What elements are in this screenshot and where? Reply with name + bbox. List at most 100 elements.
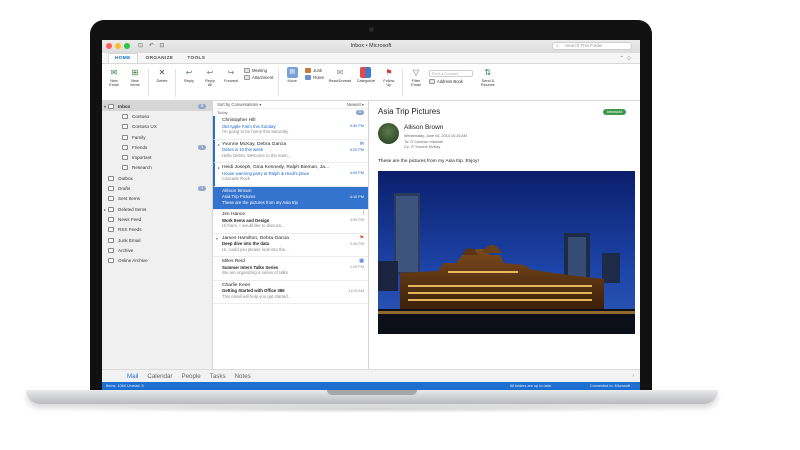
reply-all-label: Reply All bbox=[205, 79, 215, 88]
nav-tasks[interactable]: Tasks bbox=[210, 373, 226, 380]
disclosure-triangle-icon[interactable]: ▾ bbox=[104, 104, 106, 109]
sidebar-item-junk-email[interactable]: Junk Email bbox=[102, 235, 212, 245]
meeting-button[interactable]: Meeting bbox=[244, 68, 273, 73]
sidebar-item-friends[interactable]: Friends 3 bbox=[102, 142, 212, 152]
disclosure-triangle-icon[interactable]: ▸ bbox=[104, 207, 106, 212]
send-receive-button[interactable]: ⇅ Send & Receive bbox=[478, 67, 498, 88]
sender-name[interactable]: Allison Brown bbox=[404, 124, 443, 131]
tab-home[interactable]: HOME bbox=[108, 53, 138, 63]
delete-button[interactable]: ✕ Delete bbox=[154, 67, 170, 83]
meeting-label: Meeting bbox=[252, 68, 267, 73]
sidebar-item-contoso-ux[interactable]: Contoso UX bbox=[102, 122, 212, 132]
categorize-button[interactable]: Categorize bbox=[356, 67, 376, 83]
follow-up-button[interactable]: ⚑ Follow Up bbox=[381, 67, 397, 88]
sidebar-item-outbox[interactable]: Outbox bbox=[102, 173, 212, 183]
nav-notes[interactable]: Notes bbox=[235, 373, 251, 380]
sidebar-item-archive[interactable]: Archive bbox=[102, 245, 212, 255]
sidebar-item-rss-feeds[interactable]: RSS Feeds bbox=[102, 225, 212, 235]
folder-label: Online Archive bbox=[118, 258, 148, 264]
folder-icon bbox=[108, 258, 114, 264]
list-item[interactable]: ▸ Heidi Joseph, Gina Kennedy, Ralph Biema… bbox=[213, 163, 368, 187]
folder-icon bbox=[122, 113, 128, 119]
find-contact-input[interactable]: Find a Contact bbox=[428, 70, 473, 77]
conversation-expand-icon[interactable]: ▸ bbox=[218, 143, 220, 149]
sidebar-item-inbox[interactable]: ▾ Inbox 5 bbox=[102, 101, 212, 112]
reply-button[interactable]: ↩ Reply bbox=[181, 67, 197, 83]
sidebar-item-deleted-items[interactable]: ▸ Deleted Items bbox=[102, 204, 212, 214]
message-preview: This email will help you get started... bbox=[222, 293, 292, 299]
rules-icon bbox=[305, 75, 312, 80]
message-flag-icon[interactable]: ▦ bbox=[359, 258, 364, 265]
rules-label: Rules bbox=[313, 75, 324, 80]
status-item-count: Items: 1064 Unread: 5 bbox=[106, 384, 144, 388]
message-rows: Christopher Hill Old Apple Farm this Sund… bbox=[213, 116, 368, 304]
sidebar-item-drafts[interactable]: Drafts 3 bbox=[102, 183, 212, 193]
list-item[interactable]: Miles Reid Summer Intern Talks Series We a… bbox=[213, 257, 368, 281]
filter-email-label: Filter Email bbox=[411, 79, 421, 88]
folder-label: Contoso UX bbox=[132, 124, 157, 130]
move-icon: ▤ bbox=[286, 67, 298, 78]
attached-photo[interactable] bbox=[378, 171, 635, 334]
forward-button[interactable]: ↪ Forward bbox=[223, 67, 239, 83]
list-item[interactable]: ▾ James Hamilton, Debra Garcia Deep dive i… bbox=[213, 234, 368, 257]
reply-all-button[interactable]: ↩ Reply All bbox=[202, 67, 218, 88]
search-input[interactable]: ⌕ Search This Folder bbox=[552, 42, 632, 50]
list-item[interactable]: Charlie Keen Getting Started with Office … bbox=[213, 281, 368, 304]
address-book-button[interactable]: Address Book bbox=[428, 79, 473, 84]
sidebar-item-research[interactable]: Research bbox=[102, 163, 212, 173]
sidebar-item-news-feed[interactable]: News Feed bbox=[102, 214, 212, 224]
list-item[interactable]: Allison Brown Asia Trip Pictures These are… bbox=[213, 186, 368, 210]
message-preview: Hello Debra, Welcome to the team... bbox=[222, 152, 292, 158]
folder-icon bbox=[122, 124, 128, 130]
envelope-icon: ✉ bbox=[336, 68, 344, 77]
attachment-button[interactable]: Attachment bbox=[244, 75, 273, 80]
floor-shadow bbox=[60, 405, 680, 413]
nav-calendar[interactable]: Calendar bbox=[147, 373, 172, 380]
tab-tools[interactable]: TOOLS bbox=[181, 54, 211, 63]
more-modules-button[interactable]: › bbox=[632, 373, 634, 379]
folder-icon bbox=[108, 216, 114, 222]
forward-icon: ↪ bbox=[227, 68, 235, 77]
ribbon-collapse-and-feedback[interactable]: ⌃ ☺ bbox=[619, 55, 632, 62]
junk-button[interactable]: Junk bbox=[305, 68, 324, 73]
move-button[interactable]: ▤ Move bbox=[284, 67, 300, 83]
conversation-expand-icon[interactable]: ▾ bbox=[216, 237, 218, 243]
outlook-window: ⊡ ↶ ⊡ Inbox • Microsoft ⌕ Search This Fo… bbox=[102, 40, 640, 390]
categorize-label: Categorize bbox=[356, 79, 376, 83]
recipients-cc[interactable]: Cc: ⊙ Yvonne McKay bbox=[404, 144, 440, 149]
folder-icon bbox=[108, 206, 114, 212]
message-time: 11:03 AM bbox=[348, 288, 364, 293]
group-header-today[interactable]: Today 5 bbox=[213, 109, 368, 116]
message-flag-icon[interactable]: ✉ bbox=[360, 141, 364, 148]
address-book-label: Address Book bbox=[436, 79, 463, 84]
nav-people[interactable]: People bbox=[181, 373, 200, 380]
new-email-button[interactable]: ✉ New Email bbox=[106, 67, 122, 88]
list-item[interactable]: ▸ Yvonne McKay, Debra Garcia Debra is 10 t… bbox=[213, 139, 368, 163]
avatar[interactable] bbox=[378, 123, 399, 144]
sidebar-item-contoso[interactable]: Contoso bbox=[102, 111, 212, 121]
ribbon-separator bbox=[148, 69, 149, 97]
ribbon: ✉ New Email ⊞ New Items ✕ Delete ↩ Reply bbox=[102, 64, 640, 101]
rules-button[interactable]: Rules bbox=[305, 75, 324, 80]
unread-count-badge: 3 bbox=[197, 186, 206, 192]
read-unread-button[interactable]: ✉ Read/Unread bbox=[329, 67, 352, 83]
new-items-icon: ⊞ bbox=[131, 68, 139, 77]
sidebar-item-online-archive[interactable]: Online Archive bbox=[102, 255, 212, 265]
sort-by-button[interactable]: Sort by Conversations ▾ bbox=[217, 102, 261, 107]
delete-label: Delete bbox=[156, 79, 168, 83]
tab-organize[interactable]: ORGANIZE bbox=[140, 54, 180, 63]
list-item[interactable]: Jim Hance Work Items and Design Hi there, … bbox=[213, 210, 368, 234]
filter-email-button[interactable]: ▽ Filter Email bbox=[408, 67, 424, 88]
message-flag-icon[interactable]: ! bbox=[363, 211, 364, 218]
category-tag[interactable]: Inforward bbox=[603, 109, 626, 115]
message-flag-icon[interactable]: ⚑ bbox=[360, 235, 364, 242]
list-item[interactable]: Christopher Hill Old Apple Farm this Sund… bbox=[213, 116, 368, 140]
sort-order-button[interactable]: Newest ▾ bbox=[347, 102, 364, 107]
sidebar-item-important[interactable]: Important bbox=[102, 152, 212, 162]
new-items-button[interactable]: ⊞ New Items bbox=[127, 67, 143, 88]
nav-mail[interactable]: Mail bbox=[127, 373, 138, 380]
sidebar-item-sent-items[interactable]: Sent Items bbox=[102, 194, 212, 204]
flag-icon: ⚑ bbox=[385, 68, 393, 77]
sidebar-item-family[interactable]: Family bbox=[102, 132, 212, 142]
conversation-expand-icon[interactable]: ▸ bbox=[218, 166, 220, 172]
